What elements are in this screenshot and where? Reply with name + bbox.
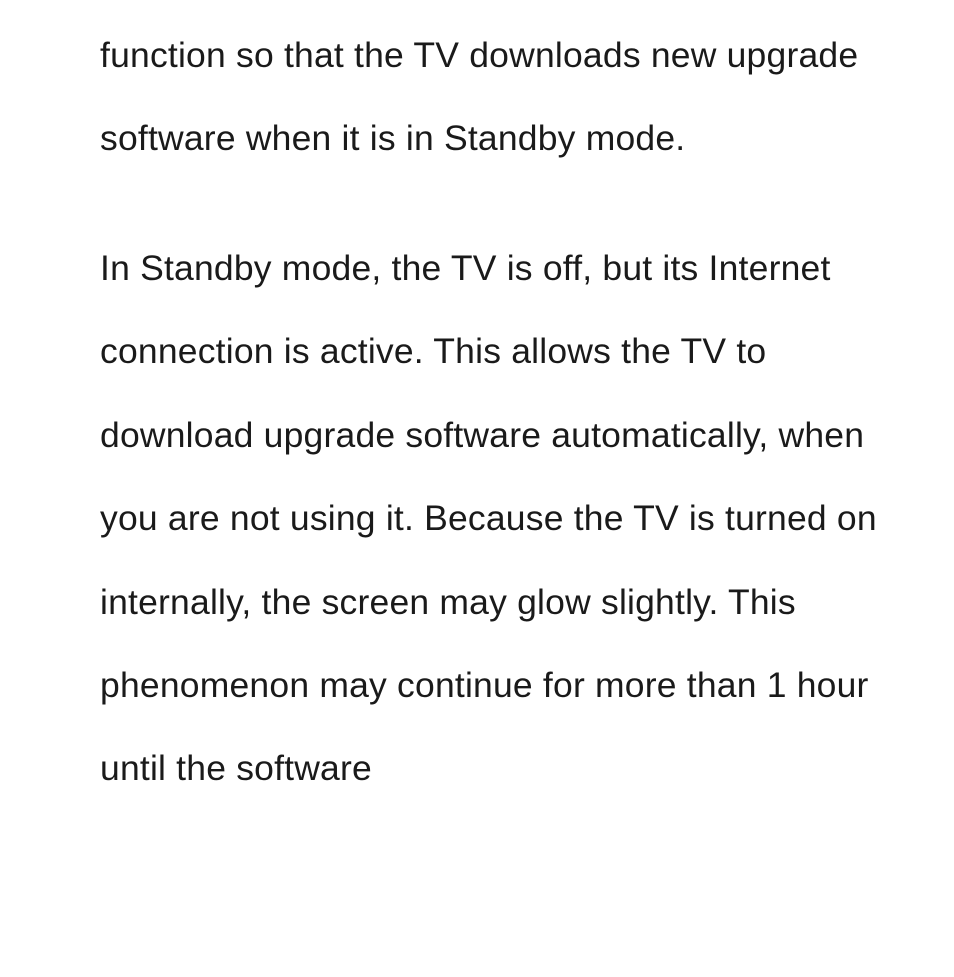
document-page: function so that the TV downloads new up… — [0, 0, 954, 811]
paragraph-2: In Standby mode, the TV is off, but its … — [100, 227, 890, 811]
paragraph-1: function so that the TV downloads new up… — [100, 14, 890, 181]
